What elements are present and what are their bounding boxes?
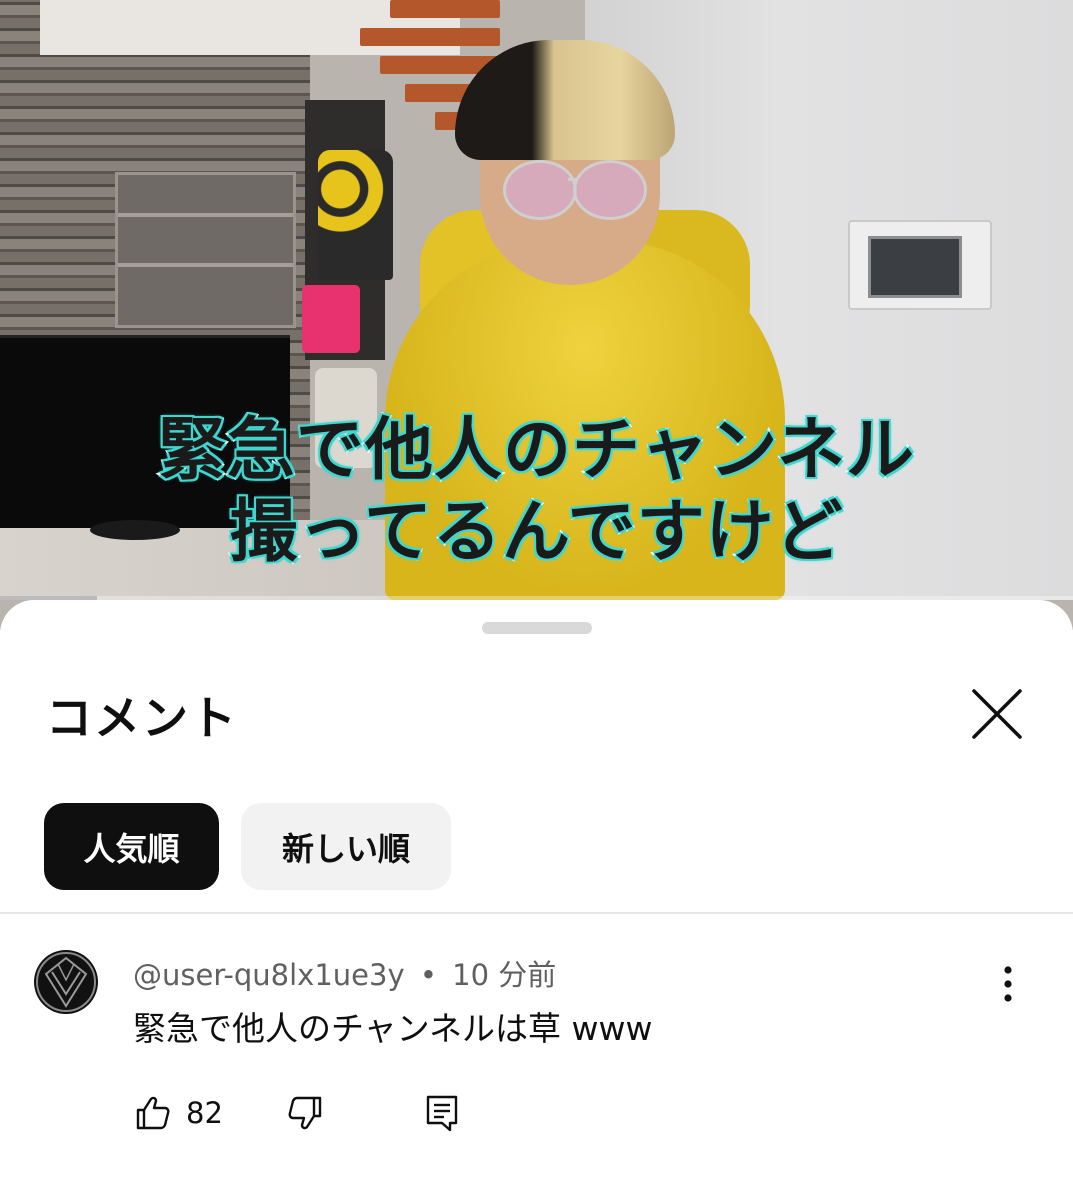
more-vert-icon xyxy=(1004,966,1012,1002)
comment-actions: 82 xyxy=(130,1088,530,1138)
comment-time: 10 分前 xyxy=(452,958,557,992)
comments-title: コメント xyxy=(46,691,238,745)
reply-button[interactable] xyxy=(424,1088,460,1138)
comment-item: @user-qu8lx1ue3y • 10 分前 緊急で他人のチャンネルは草 w… xyxy=(0,940,1073,1180)
more-options-button[interactable] xyxy=(990,964,1026,1004)
avatar[interactable] xyxy=(34,950,98,1014)
like-button[interactable]: 82 xyxy=(134,1088,223,1138)
dislike-button[interactable] xyxy=(286,1088,324,1138)
thumbs-down-icon xyxy=(288,1096,322,1130)
like-count: 82 xyxy=(186,1096,223,1130)
drag-handle[interactable] xyxy=(482,622,592,634)
comment-text: 緊急で他人のチャンネルは草 www xyxy=(133,1009,653,1048)
comment-author[interactable]: @user-qu8lx1ue3y xyxy=(133,958,405,992)
close-icon xyxy=(972,689,1022,739)
leopard-jacket xyxy=(318,150,393,280)
divider xyxy=(0,912,1073,914)
meta-separator: • xyxy=(419,958,437,992)
intercom-panel xyxy=(848,220,992,310)
avatar-emblem-icon xyxy=(36,952,96,1012)
pink-bag xyxy=(302,285,360,353)
display-shelf xyxy=(115,172,296,328)
reply-comment-icon xyxy=(426,1095,458,1132)
comment-meta: @user-qu8lx1ue3y • 10 分前 xyxy=(133,952,556,994)
sort-top-chip[interactable]: 人気順 xyxy=(44,803,219,890)
video-caption: 緊急で他人のチャンネル 撮ってるんですけど xyxy=(0,409,1073,574)
sunglasses-right xyxy=(573,160,647,220)
close-button[interactable] xyxy=(965,682,1029,746)
caption-line-2: 撮ってるんですけど xyxy=(227,491,844,574)
sunglasses-left xyxy=(503,160,577,220)
page: 緊急で他人のチャンネル 撮ってるんですけど コメント 人気順 新しい順 @use… xyxy=(0,0,1073,1200)
comments-sheet: コメント 人気順 新しい順 @user-qu8lx1ue3y • 10 分前 緊… xyxy=(0,600,1073,1200)
caption-line-1: 緊急で他人のチャンネル xyxy=(156,409,916,492)
video-player[interactable]: 緊急で他人のチャンネル 撮ってるんですけど xyxy=(0,0,1073,630)
sort-newest-chip[interactable]: 新しい順 xyxy=(241,803,451,890)
hair xyxy=(455,40,675,160)
thumbs-up-icon xyxy=(136,1096,170,1130)
